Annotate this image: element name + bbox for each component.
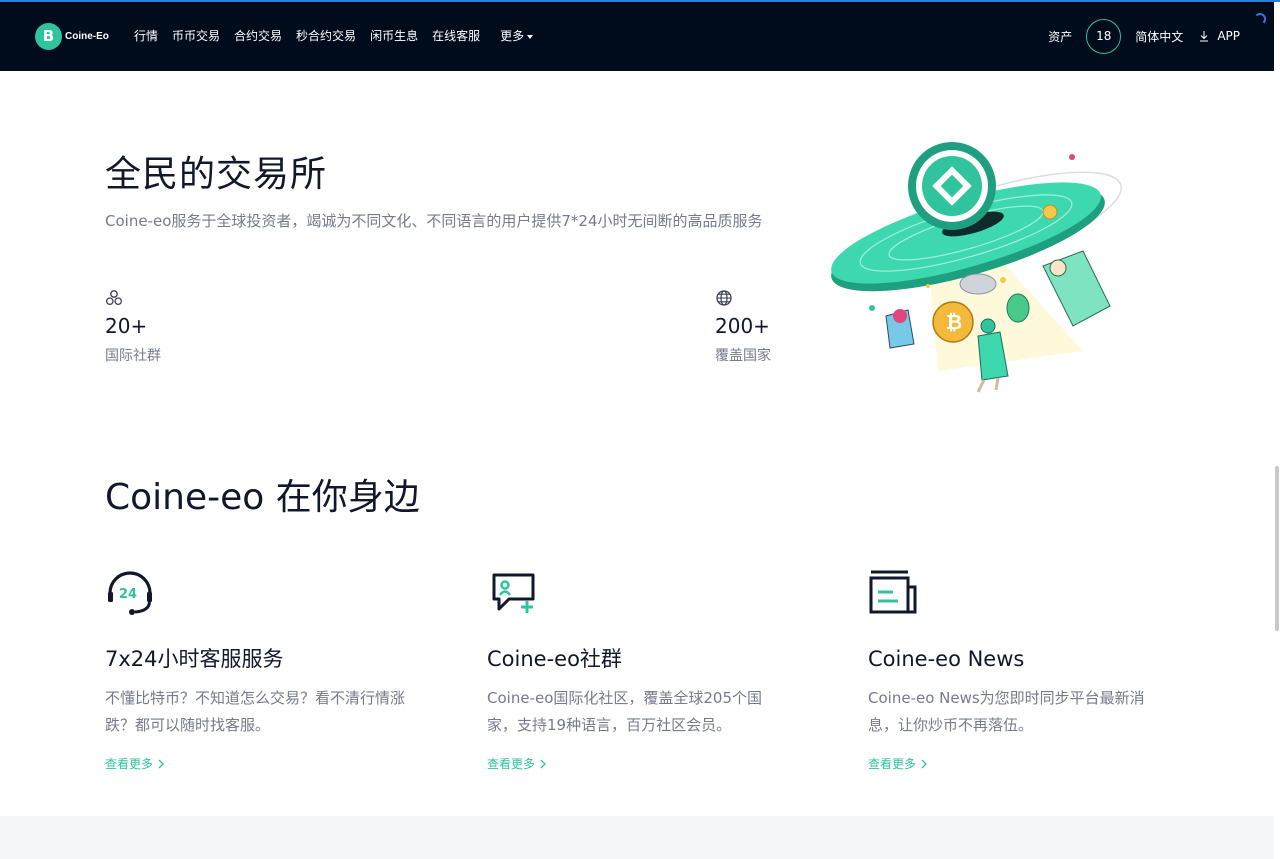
app-label: APP: [1217, 29, 1240, 43]
nav-item-support[interactable]: 在线客服: [432, 26, 480, 46]
stat-countries: 200+ 覆盖国家: [715, 289, 771, 365]
feature-title: Coine-eo社群: [487, 647, 622, 671]
chevron-right-icon: [158, 759, 164, 768]
view-more-label: 查看更多: [105, 757, 154, 771]
svg-text:24: 24: [119, 587, 137, 602]
nav-item-market[interactable]: 行情: [134, 26, 158, 46]
stat-label: 国际社群: [105, 348, 161, 364]
hero-description: Coine-eo服务于全球投资者，竭诚为不同文化、不同语言的用户提供7*24小时…: [105, 212, 763, 230]
assets-link[interactable]: 资产: [1048, 28, 1072, 45]
stat-label: 覆盖国家: [715, 348, 771, 364]
nav-item-spot[interactable]: 币币交易: [172, 26, 220, 46]
view-more-label: 查看更多: [487, 757, 536, 771]
feature-description: Coine-eo News为您即时同步平台最新消息，让你炒币不再落伍。: [868, 689, 1145, 734]
chevron-right-icon: [921, 759, 927, 768]
language-selector[interactable]: 简体中文: [1135, 28, 1183, 45]
download-icon: [1200, 31, 1209, 42]
chat-add-icon: [492, 573, 535, 613]
page-scrollbar[interactable]: [1274, 71, 1280, 859]
view-more-link[interactable]: 查看更多: [487, 755, 546, 772]
user-avatar-badge[interactable]: 18: [1086, 18, 1122, 54]
scrollbar-thumb[interactable]: [1275, 466, 1279, 631]
nav-item-futures[interactable]: 合约交易: [234, 26, 282, 46]
feature-community: Coine-eo社群 Coine-eo国际化社区，覆盖全球205个国家，支持19…: [487, 567, 807, 771]
stat-value: 20+: [105, 314, 148, 338]
app-download-link[interactable]: APP: [1199, 29, 1240, 43]
svg-text:₿: ₿: [946, 310, 962, 334]
header-actions: 资产 18 简体中文 APP: [1048, 18, 1240, 54]
feature-support: 24 7x24小时客服服务 不懂比特币？不知道怎么交易？看不清行情涨跌？都可以随…: [105, 567, 425, 771]
chevron-right-icon: [540, 759, 546, 768]
feature-description: 不懂比特币？不知道怎么交易？看不清行情涨跌？都可以随时找客服。: [105, 689, 406, 734]
feature-news: Coine-eo News Coine-eo News为您即时同步平台最新消息，…: [868, 567, 1188, 771]
stat-value: 200+: [715, 314, 770, 338]
feature-description: Coine-eo国际化社区，覆盖全球205个国家，支持19种语言，百万社区会员。: [487, 689, 763, 734]
view-more-link[interactable]: 查看更多: [868, 755, 927, 772]
hero-title: 全民的交易所: [105, 154, 328, 195]
top-navbar: B Coine-Eo 行情 币币交易 合约交易 秒合约交易 闲币生息 在线客服 …: [0, 2, 1274, 71]
logo-text: Coine-Eo: [65, 30, 109, 42]
feature-title: 7x24小时客服服务: [105, 647, 284, 671]
feature-title: Coine-eo News: [868, 647, 1025, 671]
loading-spinner-icon: [1254, 13, 1266, 25]
nav-more-label: 更多: [500, 29, 525, 43]
nav-more-dropdown[interactable]: 更多: [500, 26, 534, 46]
logo[interactable]: B Coine-Eo: [35, 21, 109, 51]
stat-communities: 20+ 国际社群: [105, 289, 161, 365]
news-icon: [869, 570, 917, 614]
nav-item-earn[interactable]: 闲币生息: [370, 26, 418, 46]
community-icon: [105, 290, 123, 306]
headset-24-icon: 24: [108, 571, 152, 615]
section-title: Coine-eo 在你身边: [105, 477, 420, 518]
footer-band: [0, 816, 1274, 859]
caret-down-icon: [527, 34, 534, 39]
hero-illustration: ₿: [831, 142, 1122, 393]
view-more-link[interactable]: 查看更多: [105, 755, 164, 772]
bitcoin-logo-icon: B: [35, 22, 62, 50]
main-nav: 行情 币币交易 合约交易 秒合约交易 闲币生息 在线客服 更多: [134, 26, 547, 46]
view-more-label: 查看更多: [868, 757, 917, 771]
globe-icon: [716, 290, 732, 306]
nav-item-second-contract[interactable]: 秒合约交易: [296, 26, 356, 46]
